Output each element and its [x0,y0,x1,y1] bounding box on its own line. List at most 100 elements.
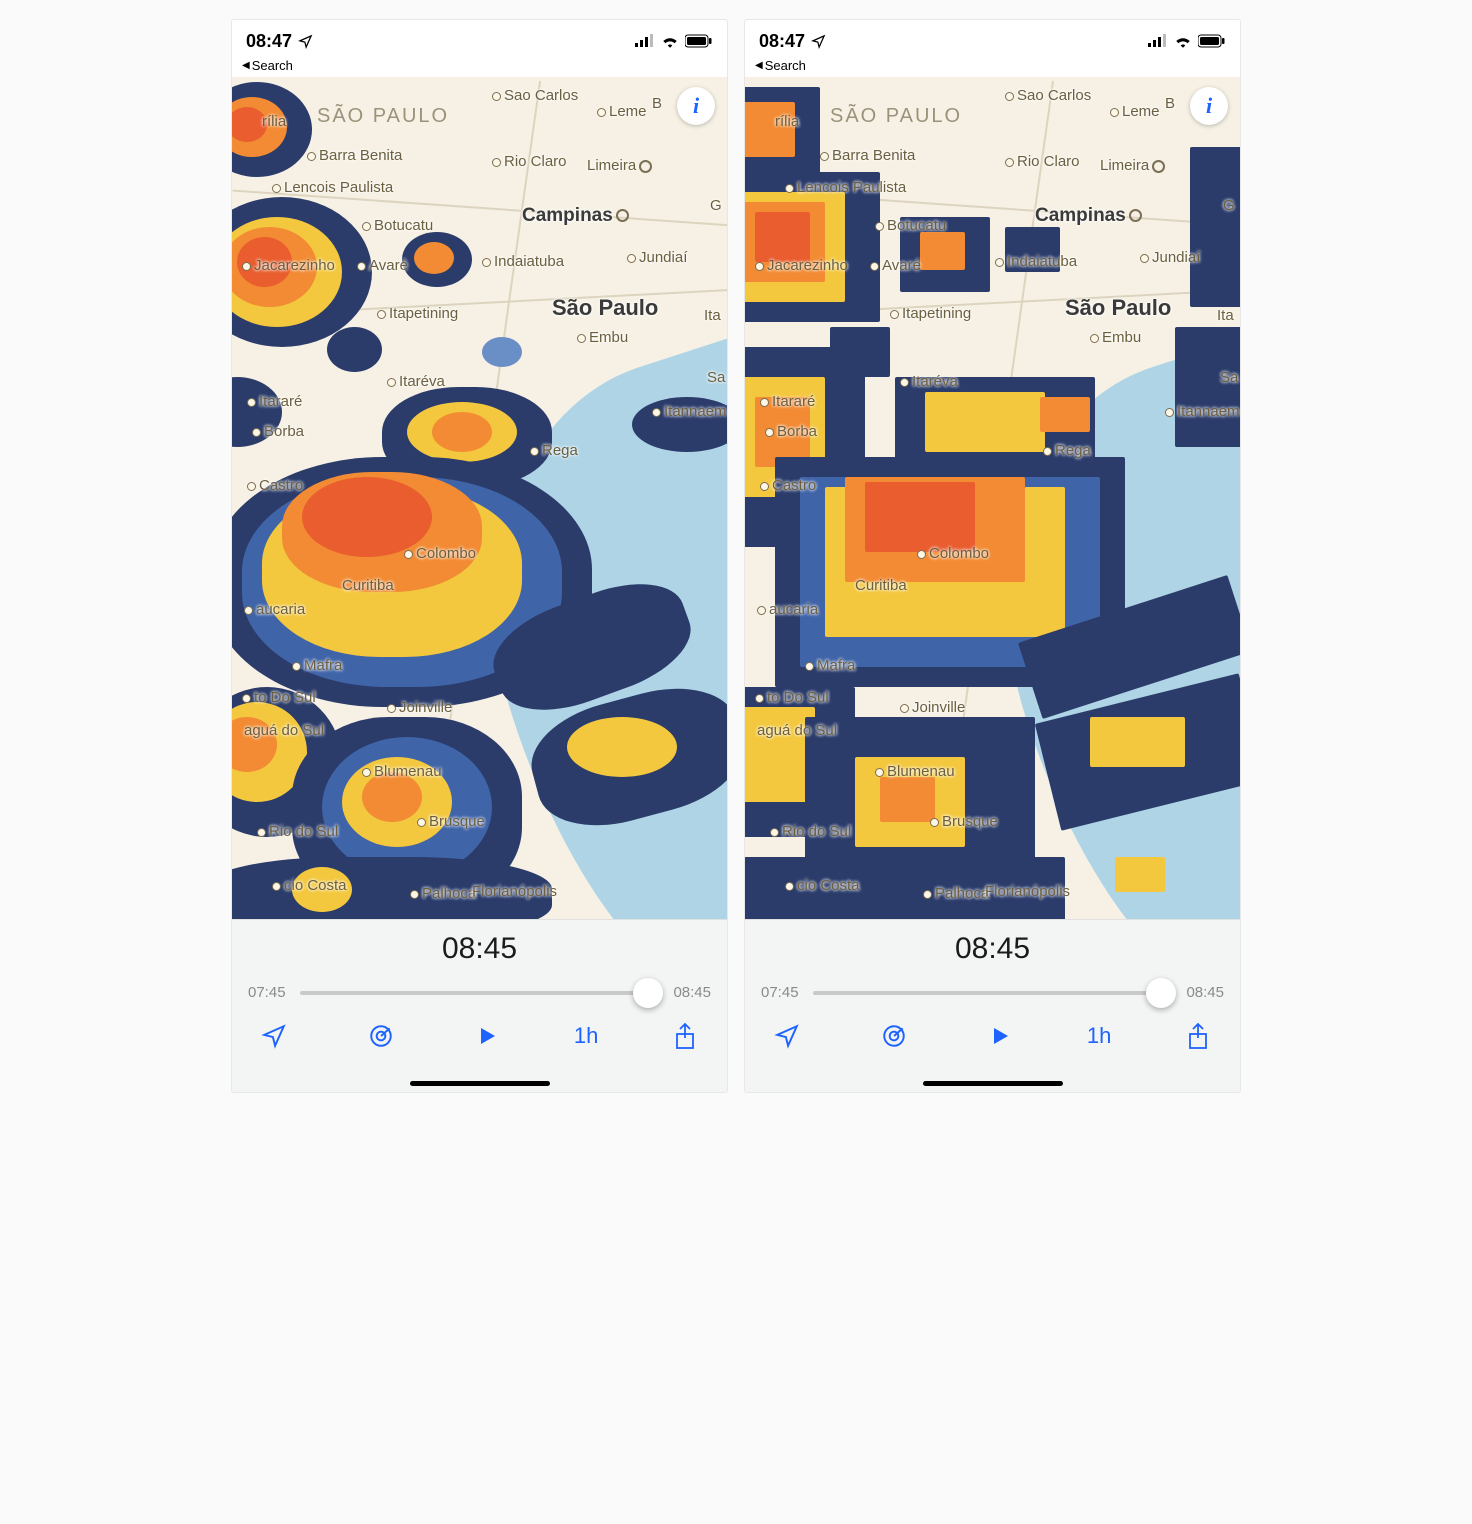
city-label: Barra Benita [820,147,915,164]
city-label: Palhoca [923,885,989,902]
city-label: Limeira [1100,157,1165,174]
info-button[interactable]: i [677,87,715,125]
city-label: Itannaem [1165,403,1240,420]
city-label: Borba [765,423,817,440]
city-label: Rio do Sul [257,823,338,840]
play-button[interactable] [467,1021,507,1051]
cell-signal-icon [635,34,655,48]
city-label: Jundiaí [627,249,687,266]
city-label: Florianópolis [985,883,1070,900]
city-label: Itaréva [387,373,445,390]
duration-button[interactable]: 1h [1087,1023,1111,1049]
locate-me-button[interactable] [254,1021,294,1051]
city-label: Itaréva [900,373,958,390]
ios-statusbar: 08:47 [745,20,1240,58]
city-label: Sao Carlos [492,87,578,104]
city-label: Blumenau [875,763,955,780]
city-label: Itannaem [652,403,727,420]
locate-me-button[interactable] [767,1021,807,1051]
city-label: Rega [530,442,578,459]
city-label: Curitiba [855,577,907,594]
city-label: to Do Sul [242,689,316,706]
battery-icon [685,34,713,48]
city-label: Ita [1217,307,1234,324]
city-label: Sa [707,369,725,386]
radar-map[interactable]: SÃO PAULO [232,77,727,919]
city-label: Campinas [1035,205,1142,227]
home-indicator[interactable] [923,1081,1063,1086]
city-label: Jacarezinho [755,257,848,274]
location-services-icon [811,34,826,49]
info-button[interactable]: i [1190,87,1228,125]
city-label: Campinas [522,205,629,227]
city-label: Limeira [587,157,652,174]
city-label: Avaré [357,257,408,274]
city-label: Botucatu [362,217,433,234]
back-to-search[interactable]: ◀ Search [745,58,1240,77]
slider-knob[interactable] [1146,978,1176,1008]
timeline-slider[interactable] [300,991,660,995]
cell-signal-icon [1148,34,1168,48]
city-label: Leme [1110,103,1160,120]
city-label: Colombo [404,545,476,562]
back-label: Search [252,58,293,73]
region-label: SÃO PAULO [317,105,449,128]
play-button[interactable] [980,1021,1020,1051]
radar-map[interactable]: SÃO PAULO [745,77,1240,919]
radar-layers-button[interactable] [874,1021,914,1051]
city-label: Itararé [760,393,815,410]
city-label: Joinville [900,699,965,716]
city-label: Mafra [292,657,342,674]
city-label: Indaiatuba [995,253,1077,270]
wifi-icon [1174,34,1192,48]
city-label: Barra Benita [307,147,402,164]
back-label: Search [765,58,806,73]
wifi-icon [661,34,679,48]
back-chevron-icon: ◀ [242,60,250,71]
city-label: Itararé [247,393,302,410]
share-button[interactable] [665,1021,705,1051]
slider-start-label: 07:45 [248,984,286,1001]
back-to-search[interactable]: ◀ Search [232,58,727,77]
city-label: Itapetining [890,305,971,322]
city-label: G [1223,197,1235,214]
city-label: aguá do Sul [244,722,324,739]
city-label: Embu [577,329,628,346]
info-icon: i [693,93,699,119]
timeline-controls: 08:45 07:45 08:45 1h [745,919,1240,1092]
city-label: aucaria [244,601,305,618]
city-label: Florianópolis [472,883,557,900]
city-label: Embu [1090,329,1141,346]
city-label: aguá do Sul [757,722,837,739]
city-label: B [1165,95,1175,112]
city-label: Brusque [930,813,998,830]
city-label: São Paulo [1065,295,1171,321]
current-frame-time: 08:45 [232,932,727,966]
duration-button[interactable]: 1h [574,1023,598,1049]
city-label: cio Costa [272,877,347,894]
back-chevron-icon: ◀ [755,60,763,71]
city-label: Jundiaí [1140,249,1200,266]
city-label: Sa [1220,369,1238,386]
city-label: Lencois Paulista [785,179,906,196]
city-label: Castro [760,477,816,494]
slider-end-label: 08:45 [673,984,711,1001]
city-label: Rio Claro [1005,153,1080,170]
city-label: Rio Claro [492,153,567,170]
phone-screenshot-smooth: 08:47 ◀ Search [232,20,727,1092]
city-label: Palhoca [410,885,476,902]
city-label: Blumenau [362,763,442,780]
timeline-slider[interactable] [813,991,1173,995]
city-label: rília [775,113,799,130]
city-label: Castro [247,477,303,494]
share-button[interactable] [1178,1021,1218,1051]
slider-knob[interactable] [633,978,663,1008]
city-label: cio Costa [785,877,860,894]
radar-layers-button[interactable] [361,1021,401,1051]
city-label: Botucatu [875,217,946,234]
location-services-icon [298,34,313,49]
city-label: Sao Carlos [1005,87,1091,104]
city-label: to Do Sul [755,689,829,706]
home-indicator[interactable] [410,1081,550,1086]
info-icon: i [1206,93,1212,119]
